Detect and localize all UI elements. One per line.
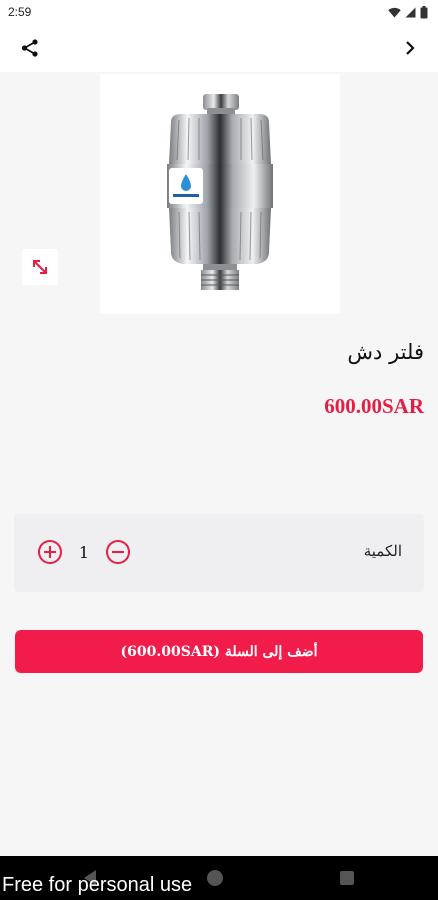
wifi-icon (388, 7, 401, 17)
product-title: فلتر دش (347, 340, 424, 364)
watermark-text: Free for personal use (2, 874, 193, 896)
expand-diagonal-icon (33, 260, 47, 274)
add-to-cart-button[interactable]: أضف إلى السلة (600.00SAR) (15, 630, 423, 673)
status-time: 2:59 (8, 5, 32, 19)
decrement-button[interactable] (106, 540, 130, 564)
forward-button[interactable] (396, 34, 424, 62)
signal-icon (405, 7, 416, 17)
quantity-value: 1 (78, 542, 90, 562)
share-button[interactable] (16, 34, 44, 62)
add-to-cart-label: أضف إلى السلة (600.00SAR) (120, 643, 318, 660)
battery-icon (420, 5, 428, 18)
expand-image-button[interactable] (22, 249, 58, 285)
minus-circle-icon (112, 551, 124, 553)
chevron-right-icon (406, 41, 415, 55)
nav-home-icon[interactable] (207, 870, 223, 886)
increment-button[interactable] (38, 540, 62, 564)
product-image[interactable] (100, 74, 340, 314)
product-price: 600.00SAR (324, 394, 424, 418)
status-bar: 2:59 (0, 0, 438, 24)
app-bar (0, 24, 438, 72)
quantity-stepper: 1 (38, 540, 130, 564)
status-icons (388, 5, 428, 19)
share-icon (21, 39, 38, 57)
quantity-label: الكمية (363, 542, 402, 560)
plus-circle-icon-vertical (49, 546, 51, 558)
quantity-panel: 1 الكمية (14, 514, 424, 592)
shower-filter-image (167, 94, 273, 290)
nav-recents-icon[interactable] (340, 871, 354, 885)
